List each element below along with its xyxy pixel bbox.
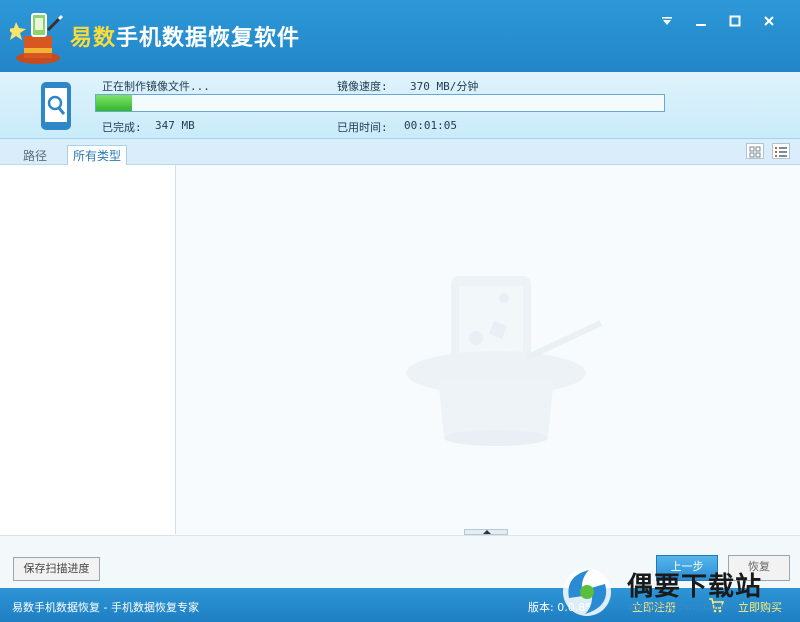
magic-hat-logo-icon xyxy=(10,13,64,64)
grid-view-icon xyxy=(749,146,761,158)
minimize-button[interactable] xyxy=(684,10,718,32)
download-site-watermark: 偶要下载站 www.opdown.com xyxy=(555,562,795,620)
folder-tree-panel[interactable] xyxy=(0,165,176,534)
list-view-icon xyxy=(775,147,787,157)
tab-path[interactable]: 路径 xyxy=(18,146,52,165)
close-icon xyxy=(764,16,774,26)
site-name-text: 偶要下载站 xyxy=(627,572,763,602)
progress-status-text: 正在制作镜像文件... xyxy=(102,80,210,93)
save-scan-progress-button[interactable]: 保存扫描进度 xyxy=(13,557,100,581)
site-logo-icon xyxy=(563,568,611,616)
file-list-panel[interactable] xyxy=(176,165,800,535)
app-title-product: 手机数据恢复软件 xyxy=(116,26,301,51)
speed-value: 370 MB/分钟 xyxy=(410,80,479,93)
window-controls xyxy=(650,10,786,32)
tab-all-types[interactable]: 所有类型 xyxy=(67,145,128,165)
app-title-brand: 易数 xyxy=(70,26,117,51)
elapsed-value: 00:01:05 xyxy=(404,119,457,132)
site-url-text: www.opdown.com xyxy=(627,600,727,613)
progress-bar-fill xyxy=(96,95,133,111)
completed-value: 347 MB xyxy=(155,119,195,132)
status-slogan: 易数手机数据恢复 - 手机数据恢复专家 xyxy=(12,601,199,614)
grid-view-button[interactable] xyxy=(746,143,764,159)
scan-progress-panel: 正在制作镜像文件... 镜像速度: 370 MB/分钟 已完成: 347 MB … xyxy=(0,72,800,139)
view-tab-bar: 路径 所有类型 xyxy=(0,139,800,165)
title-bar: 易数手机数据恢复软件 xyxy=(0,0,800,72)
list-view-button[interactable] xyxy=(772,143,790,159)
elapsed-label: 已用时间: xyxy=(337,121,388,134)
phone-scan-icon xyxy=(41,82,71,130)
app-title: 易数手机数据恢复软件 xyxy=(70,20,300,52)
speed-label: 镜像速度: xyxy=(337,80,388,93)
menu-icon xyxy=(662,17,672,25)
minimize-icon xyxy=(696,24,706,26)
progress-bar xyxy=(95,94,665,112)
magic-hat-watermark-icon xyxy=(406,276,603,446)
completed-label: 已完成: xyxy=(102,121,142,134)
close-button[interactable] xyxy=(752,10,786,32)
app-window: 易数手机数据恢复软件 正在制作镜像文件... 镜像速度: 370 MB/分钟 已… xyxy=(0,0,800,622)
maximize-button[interactable] xyxy=(718,10,752,32)
maximize-icon xyxy=(729,15,741,27)
menu-dropdown-button[interactable] xyxy=(650,10,684,32)
